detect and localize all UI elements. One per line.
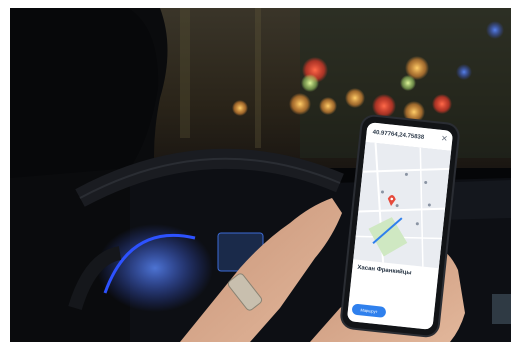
share-button[interactable] [411,311,412,320]
place-actions: Маршрут [351,303,430,323]
phone-screen: 40.97764,24.75838 ✕ Хасан Франкийцы Марш… [346,122,454,330]
close-icon[interactable]: ✕ [440,134,449,144]
night-driving-photo: 40.97764,24.75838 ✕ Хасан Франкийцы Марш… [10,8,511,342]
save-button[interactable] [389,308,390,317]
place-info-panel: Хасан Франкийцы Маршрут [346,259,439,330]
route-button[interactable]: Маршрут [351,303,387,318]
coordinates-text: 40.97764,24.75838 [372,129,425,142]
map-view[interactable] [353,141,452,269]
image-frame: 40.97764,24.75838 ✕ Хасан Франкийцы Марш… [0,0,515,352]
map-canvas [353,141,452,269]
place-title: Хасан Франкийцы [357,264,412,277]
